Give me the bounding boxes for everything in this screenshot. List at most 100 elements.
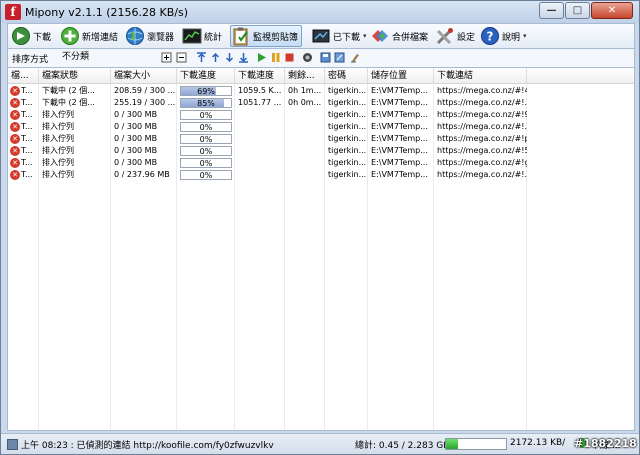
title-bar[interactable]: f Mipony v2.1.1 (2156.28 KB/s) — □ ✕ [1, 1, 639, 23]
sort-select[interactable]: 不分類 [58, 51, 178, 65]
row-status: 下載中 (2 個... [42, 98, 95, 107]
toolbar-clipboard-label: 監視剪貼簿 [253, 32, 299, 43]
column-header-size[interactable]: 檔案大小 [111, 68, 177, 84]
chevron-down-icon: ▾ [523, 32, 527, 40]
row-link: https://mega.co.nz/#!9... [437, 110, 527, 119]
list-header: 檔... 檔案狀態 檔案大小 下載進度 下載速度 剩餘... 密碼 儲存位置 下… [8, 68, 634, 84]
error-icon: ✕ [10, 122, 20, 132]
row-remaining [285, 121, 325, 133]
status-total: 總計: 0.45 / 2.283 GB [355, 441, 450, 451]
close-button[interactable]: ✕ [591, 2, 633, 19]
cleanup-icon[interactable] [350, 52, 361, 63]
download-list[interactable]: 檔... 檔案狀態 檔案大小 下載進度 下載速度 剩餘... 密碼 儲存位置 下… [7, 67, 635, 431]
row-size: 0 / 300 MB [114, 146, 158, 155]
row-speed: 1051.77 ... [238, 98, 282, 107]
toolbar-help-button[interactable]: ? 說明 ▾ [480, 25, 527, 47]
status-message: 上午 08:23 : 已偵測的連結 http://koofile.com/fy0… [21, 441, 274, 451]
help-icon: ? [481, 27, 499, 45]
main-toolbar: 下載 新增連結 瀏覽器 統計 監視剪貼簿 已下載 ▾ 合併檔案 設定 ? 說明 … [7, 23, 635, 49]
row-password: tigerkin... [328, 98, 367, 107]
total-progress-bar [445, 438, 507, 450]
pause-icon[interactable] [270, 52, 281, 63]
column-header-progress[interactable]: 下載進度 [177, 68, 235, 84]
table-row[interactable]: ✕ T... 排入佇列 0 / 237.96 MB tigerkin... E:\VM7T… [8, 169, 634, 181]
row-password: tigerkin... [328, 134, 367, 143]
remove-icon[interactable] [302, 52, 313, 63]
expand-all-icon[interactable] [161, 52, 172, 63]
start-icon[interactable] [256, 52, 267, 63]
move-top-icon[interactable] [196, 52, 207, 63]
progress-text: 0% [199, 123, 213, 132]
row-location: E:\VM7Temp... [371, 98, 428, 107]
row-remaining [285, 157, 325, 169]
add-plus-icon [61, 27, 79, 45]
row-location: E:\VM7Temp... [371, 110, 428, 119]
chart-icon [182, 28, 202, 44]
toolbar-settings-button[interactable]: 設定 [435, 25, 475, 47]
row-remaining [285, 145, 325, 157]
move-down-icon[interactable] [224, 52, 235, 63]
maximize-button[interactable]: □ [565, 2, 590, 19]
progress-text: 69% [197, 87, 215, 96]
row-password: tigerkin... [328, 158, 367, 167]
toolbar-add-link-button[interactable]: 新增連結 [60, 25, 118, 47]
stop-icon[interactable] [284, 52, 295, 63]
column-header-name[interactable]: 檔... [8, 68, 39, 84]
minimize-button[interactable]: — [539, 2, 564, 19]
table-row[interactable]: ✕ T... 排入佇列 0 / 300 MB tigerkin... E:\VM7Temp… [8, 109, 634, 121]
column-header-location[interactable]: 儲存位置 [368, 68, 434, 84]
table-row[interactable]: ✕ T... 排入佇列 0 / 300 MB tigerkin... E:\VM7Temp… [8, 157, 634, 169]
table-row[interactable]: ✕ T... 排入佇列 0 / 300 MB tigerkin... E:\VM7Temp… [8, 121, 634, 133]
progress-text: 0% [199, 159, 213, 168]
toolbar-downloaded-button[interactable]: 已下載 ▾ [311, 25, 367, 47]
row-remaining [285, 169, 325, 181]
toolbar-clipboard-button[interactable]: 監視剪貼簿 [230, 25, 303, 47]
column-header-status[interactable]: 檔案狀態 [39, 68, 111, 84]
row-size: 0 / 237.96 MB [114, 170, 170, 179]
toolbar-stats-button[interactable]: 統計 [182, 25, 222, 47]
error-icon: ✕ [10, 158, 20, 168]
row-speed [235, 169, 285, 181]
export-icon[interactable] [334, 52, 345, 63]
toolbar-merge-button[interactable]: 合併檔案 [370, 25, 428, 47]
toolbar-merge-label: 合併檔案 [392, 32, 429, 43]
toolbar-browser-button[interactable]: 瀏覽器 [125, 25, 174, 47]
column-header-speed[interactable]: 下載速度 [235, 68, 285, 84]
status-speed: 2172.13 KB/ [510, 438, 566, 448]
move-bottom-icon[interactable] [238, 52, 249, 63]
column-header-filler [527, 68, 634, 84]
collapse-all-icon[interactable] [176, 52, 187, 63]
row-remaining [285, 133, 325, 145]
toolbar-download-button[interactable]: 下載 [11, 25, 51, 47]
sort-label: 排序方式 [12, 55, 49, 65]
table-row[interactable]: ✕ T... 下載中 (2 個... 255.19 / 300 ... 1051.77 … [8, 97, 634, 109]
merge-icon [372, 30, 388, 42]
row-name: T... [21, 110, 33, 119]
mipony-logo-icon: f [5, 4, 21, 20]
row-status: 排入佇列 [42, 146, 74, 155]
row-location: E:\VM7Temp... [371, 170, 428, 179]
column-header-password[interactable]: 密碼 [325, 68, 368, 84]
column-header-link[interactable]: 下載連結 [434, 68, 527, 84]
downloaded-icon [312, 29, 330, 43]
row-link: https://mega.co.nz/#!... [437, 122, 527, 131]
toolbar-add-link-label: 新增連結 [82, 32, 119, 43]
row-remaining: 0h 0m... [288, 98, 322, 107]
save-list-icon[interactable] [320, 52, 331, 63]
error-icon: ✕ [10, 98, 20, 108]
column-header-remaining[interactable]: 剩餘... [285, 68, 325, 84]
window-title: Mipony v2.1.1 (2156.28 KB/s) [25, 6, 188, 19]
row-name: T... [21, 170, 33, 179]
list-toolbar: 排序方式 不分類 [7, 49, 635, 67]
table-row[interactable]: ✕ T... 排入佇列 0 / 300 MB tigerkin... E:\VM7Temp… [8, 133, 634, 145]
row-status: 排入佇列 [42, 134, 74, 143]
chevron-down-icon: ▾ [363, 32, 367, 40]
table-row[interactable]: ✕ T... 排入佇列 0 / 300 MB tigerkin... E:\VM7Temp… [8, 145, 634, 157]
move-up-icon[interactable] [210, 52, 221, 63]
error-icon: ✕ [10, 86, 20, 96]
row-password: tigerkin... [328, 146, 367, 155]
row-name: T... [21, 158, 33, 167]
row-size: 0 / 300 MB [114, 158, 158, 167]
toolbar-help-label: 說明 [502, 32, 521, 43]
table-row[interactable]: ✕ T... 下載中 (2 個... 208.59 / 300 ... 1059.5 K… [8, 85, 634, 97]
